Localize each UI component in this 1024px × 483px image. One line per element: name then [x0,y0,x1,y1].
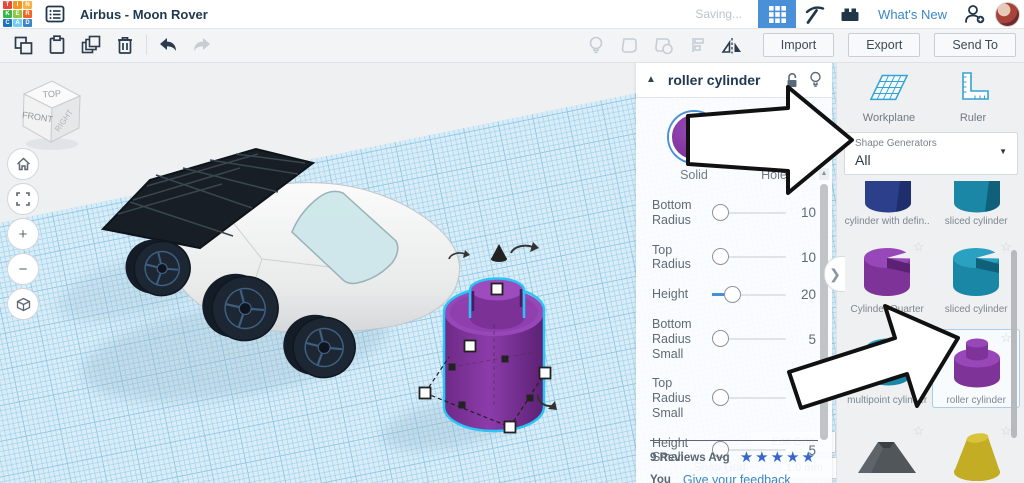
dashboard-grid-button[interactable] [758,0,797,28]
delete-icon[interactable] [108,32,142,58]
shape-cards-grid: cylinder with defin.. sliced cylinder ☆ … [837,177,1024,483]
unlock-icon[interactable] [785,72,799,88]
design-title: Airbus - Moon Rover [80,6,208,22]
view-cube[interactable]: TOP FRONT RIGHT [12,70,90,156]
shape-name: roller cylinder [667,71,761,88]
fit-view-button[interactable] [7,183,39,215]
slider-knob[interactable] [712,330,729,348]
scroll-up-button[interactable]: ▲ [819,168,829,180]
design-menu-icon[interactable] [42,3,68,25]
redo-icon[interactable] [185,32,219,58]
rating-stars[interactable]: ★★★★★ [740,450,817,465]
slider-top-radius: Top Radius 10 [652,242,816,272]
workplane-icon [869,74,909,101]
main-area: TOP FRONT RIGHT + − Edit Grid Snap Grid … [0,62,1024,483]
shape-inspector-panel: ▲ roller cylinder Solid Hole Bottom Radi… [636,62,832,483]
import-button[interactable]: Import [762,33,835,57]
show-all-icon[interactable] [579,32,613,58]
zoom-in-button[interactable]: + [7,218,39,250]
tinkercad-app: TINKERCAD Airbus - Moon Rover Saving... … [0,0,1024,483]
inspector-scrollbar[interactable] [820,184,828,440]
slider-bottom-radius: Bottom Radius 10 [652,198,816,227]
ruler-icon [962,72,989,100]
paste-icon[interactable] [40,32,74,58]
saving-status: Saving... [695,7,743,21]
lego-brick-icon[interactable] [832,0,868,28]
library-scrollbar[interactable] [1011,250,1017,438]
caret-down-icon: ▼ [999,147,1007,156]
user-avatar[interactable] [995,1,1020,27]
ruler-tool[interactable]: Ruler [937,70,1009,124]
shape-card[interactable]: cylinder with defin.. [843,179,931,228]
slider-knob[interactable] [712,203,729,221]
export-button[interactable]: Export [848,33,921,57]
hole-label: Hole [761,168,787,182]
shape-card-selected[interactable]: ☆ roller cylinder [933,330,1019,407]
minecraft-pickaxe-icon[interactable] [796,0,832,28]
slider-top-radius-small: Top Radius Small 5 [652,376,816,420]
collapse-panel-icon[interactable]: ▲ [646,74,656,85]
title-bar: TINKERCAD Airbus - Moon Rover Saving... … [0,0,1024,29]
shape-parameters: Bottom Radius 10 Top Radius 10 Height 20… [636,186,832,465]
zoom-out-button[interactable]: − [7,253,39,285]
raise-handle[interactable] [491,244,507,262]
slider-knob[interactable] [724,285,741,303]
shape-library-panel: Workplane Ruler Shape Generators All ▼ c… [836,62,1024,483]
undo-icon[interactable] [151,32,185,58]
shape-card[interactable]: ☆ Flattened cylinder [933,423,1019,483]
you-label: You [650,474,671,483]
invite-user-icon[interactable] [957,0,993,28]
material-swatches: Solid Hole [636,98,832,186]
favorite-star-icon[interactable]: ☆ [913,240,925,253]
copy-icon[interactable] [6,32,40,58]
shape-card[interactable]: ☆ sliced cylinder [933,239,1019,316]
slider-track[interactable] [712,389,786,407]
slider-height: Height 20 [652,285,816,303]
shape-card[interactable]: ☆ Cylinder Quarter [843,239,931,316]
slider-track[interactable] [712,248,786,266]
reviews-footer: 9 Reviews Avg ★★★★★ You Give your feedba… [650,440,818,483]
shape-generators-dropdown[interactable]: Shape Generators All ▼ [844,132,1018,175]
viewcube-top-label: TOP [42,88,61,99]
shape-card[interactable]: sliced cylinder [933,179,1019,228]
align-icon[interactable] [681,32,715,58]
perspective-toggle-button[interactable] [7,288,39,320]
feedback-link[interactable]: Give your feedback [683,473,791,483]
duplicate-icon[interactable] [74,32,108,58]
reviews-avg-label: 9 Reviews Avg [650,451,730,464]
hide-lightbulb-icon[interactable] [809,71,822,88]
favorite-star-icon[interactable]: ☆ [913,331,925,344]
slider-knob[interactable] [712,248,729,266]
inspector-header: ▲ roller cylinder [636,62,832,98]
whats-new-link[interactable]: What's New [878,7,947,22]
home-view-button[interactable] [7,148,39,180]
edit-toolbar: Import Export Send To [0,28,1024,63]
group-icon[interactable] [613,32,647,58]
solid-label: Solid [680,168,708,182]
shape-card[interactable]: ☆ Square tapered to .. [843,423,931,483]
hole-swatch[interactable] [749,112,799,162]
workplane-tool[interactable]: Workplane [853,70,925,124]
slider-track[interactable] [712,203,786,221]
mirror-icon[interactable] [715,32,749,58]
ungroup-icon[interactable] [647,32,681,58]
shape-card[interactable]: ☆ multipoint cylinder [843,330,931,407]
send-to-button[interactable]: Send To [934,33,1016,57]
slider-track[interactable] [712,285,786,303]
favorite-star-icon[interactable]: ☆ [913,424,925,437]
slider-bottom-radius-small: Bottom Radius Small 5 [652,317,816,361]
slider-track[interactable] [712,330,786,348]
tinkercad-logo[interactable]: TINKERCAD [3,1,32,27]
slider-knob[interactable] [712,389,729,407]
solid-swatch[interactable] [669,112,719,162]
